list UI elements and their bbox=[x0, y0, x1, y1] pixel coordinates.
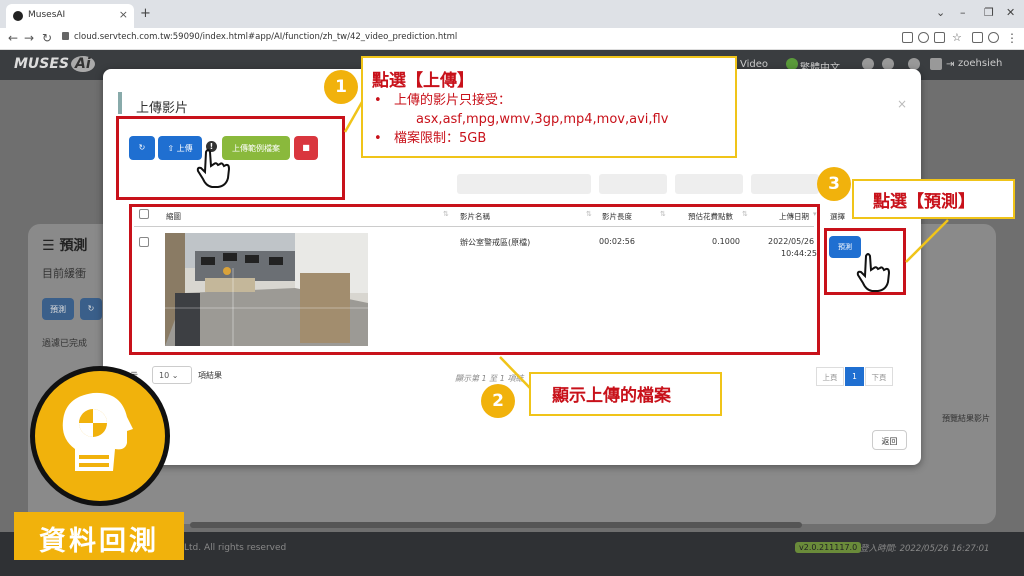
step1-bullet-text: 上傳的影片只接受： bbox=[394, 93, 512, 108]
step1-connector bbox=[343, 101, 364, 133]
step1-bullet-cont: asx,asf,mpg,wmv,3gp,mp4,mov,avi,flv bbox=[374, 110, 668, 129]
step2-text: 顯示上傳的檔案 bbox=[552, 386, 671, 406]
step1-title: 點選【上傳】 bbox=[372, 71, 474, 91]
step2-number: 2 bbox=[481, 384, 515, 418]
step3-number: 3 bbox=[817, 167, 851, 201]
step1-bullet: • 檔案限制：5GB bbox=[374, 131, 487, 146]
step2-connector bbox=[499, 356, 531, 389]
step1-bullet-text: 檔案限制：5GB bbox=[394, 131, 487, 146]
step3-text: 點選【預測】 bbox=[873, 192, 975, 212]
head-profile-icon bbox=[62, 392, 133, 471]
backtest-label: 資料回測 bbox=[14, 512, 184, 560]
backtest-badge bbox=[30, 366, 170, 506]
step1-bullet-text: asx,asf,mpg,wmv,3gp,mp4,mov,avi,flv bbox=[416, 112, 669, 127]
step1-bullets: • 上傳的影片只接受： asx,asf,mpg,wmv,3gp,mp4,mov,a… bbox=[374, 91, 668, 148]
step3-connector bbox=[905, 219, 949, 263]
step1-bullet: • 上傳的影片只接受： bbox=[374, 93, 512, 108]
step1-number: 1 bbox=[324, 70, 358, 104]
